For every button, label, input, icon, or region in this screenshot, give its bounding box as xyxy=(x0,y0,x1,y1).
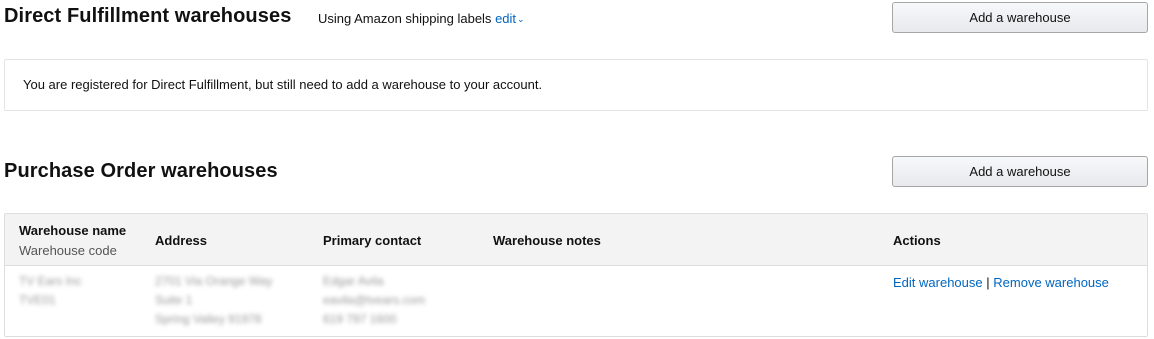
header-warehouse-notes: Warehouse notes xyxy=(493,233,601,248)
address-line: Suite 1 xyxy=(155,293,193,307)
purchase-order-title: Purchase Order warehouses xyxy=(4,160,278,182)
shipping-labels-text: Using Amazon shipping labels xyxy=(318,11,492,26)
edit-warehouse-link[interactable]: Edit warehouse xyxy=(893,275,983,290)
table-row: TV Ears Inc TVE01 2701 Via Orange Way Su… xyxy=(5,266,1147,336)
address-cell: 2701 Via Orange Way Suite 1 Spring Valle… xyxy=(155,272,272,329)
add-po-warehouse-button[interactable]: Add a warehouse xyxy=(892,156,1148,187)
contact-line: eavila@tvears.com xyxy=(323,293,426,307)
contact-line: 619 797 1600 xyxy=(323,312,397,326)
header-primary-contact: Primary contact xyxy=(323,233,422,248)
warehouse-name: TV Ears Inc xyxy=(19,274,82,288)
header-warehouse-code: Warehouse code xyxy=(19,243,117,258)
header-address: Address xyxy=(155,233,208,248)
chevron-down-icon: ⌄ xyxy=(517,14,525,24)
address-line: Spring Valley 91978 xyxy=(155,312,262,326)
warehouse-table: Warehouse name Warehouse code Address Pr… xyxy=(4,213,1148,337)
shipping-labels-setting: Using Amazon shipping labels edit⌄ xyxy=(318,11,525,26)
add-df-warehouse-button[interactable]: Add a warehouse xyxy=(892,2,1148,33)
redacted-details: TV Ears Inc TVE01 2701 Via Orange Way Su… xyxy=(15,272,445,330)
edit-labels-link[interactable]: edit⌄ xyxy=(495,11,525,26)
action-separator: | xyxy=(986,275,990,290)
direct-fulfillment-title: Direct Fulfillment warehouses xyxy=(4,5,292,27)
contact-line: Edgar Avila xyxy=(323,274,384,288)
row-actions: Edit warehouse | Remove warehouse xyxy=(893,275,1109,290)
remove-warehouse-link[interactable]: Remove warehouse xyxy=(993,275,1109,290)
address-line: 2701 Via Orange Way xyxy=(155,274,273,288)
table-header: Warehouse name Warehouse code Address Pr… xyxy=(5,214,1147,266)
notice-text: You are registered for Direct Fulfillmen… xyxy=(23,77,543,92)
edit-labels-label: edit xyxy=(495,11,517,26)
warehouse-name-cell: TV Ears Inc TVE01 xyxy=(19,272,82,310)
header-actions: Actions xyxy=(893,233,941,248)
contact-cell: Edgar Avila eavila@tvears.com 619 797 16… xyxy=(323,272,425,329)
warehouse-code: TVE01 xyxy=(19,293,56,307)
header-warehouse-name: Warehouse name xyxy=(19,223,127,238)
registration-notice: You are registered for Direct Fulfillmen… xyxy=(4,59,1148,111)
